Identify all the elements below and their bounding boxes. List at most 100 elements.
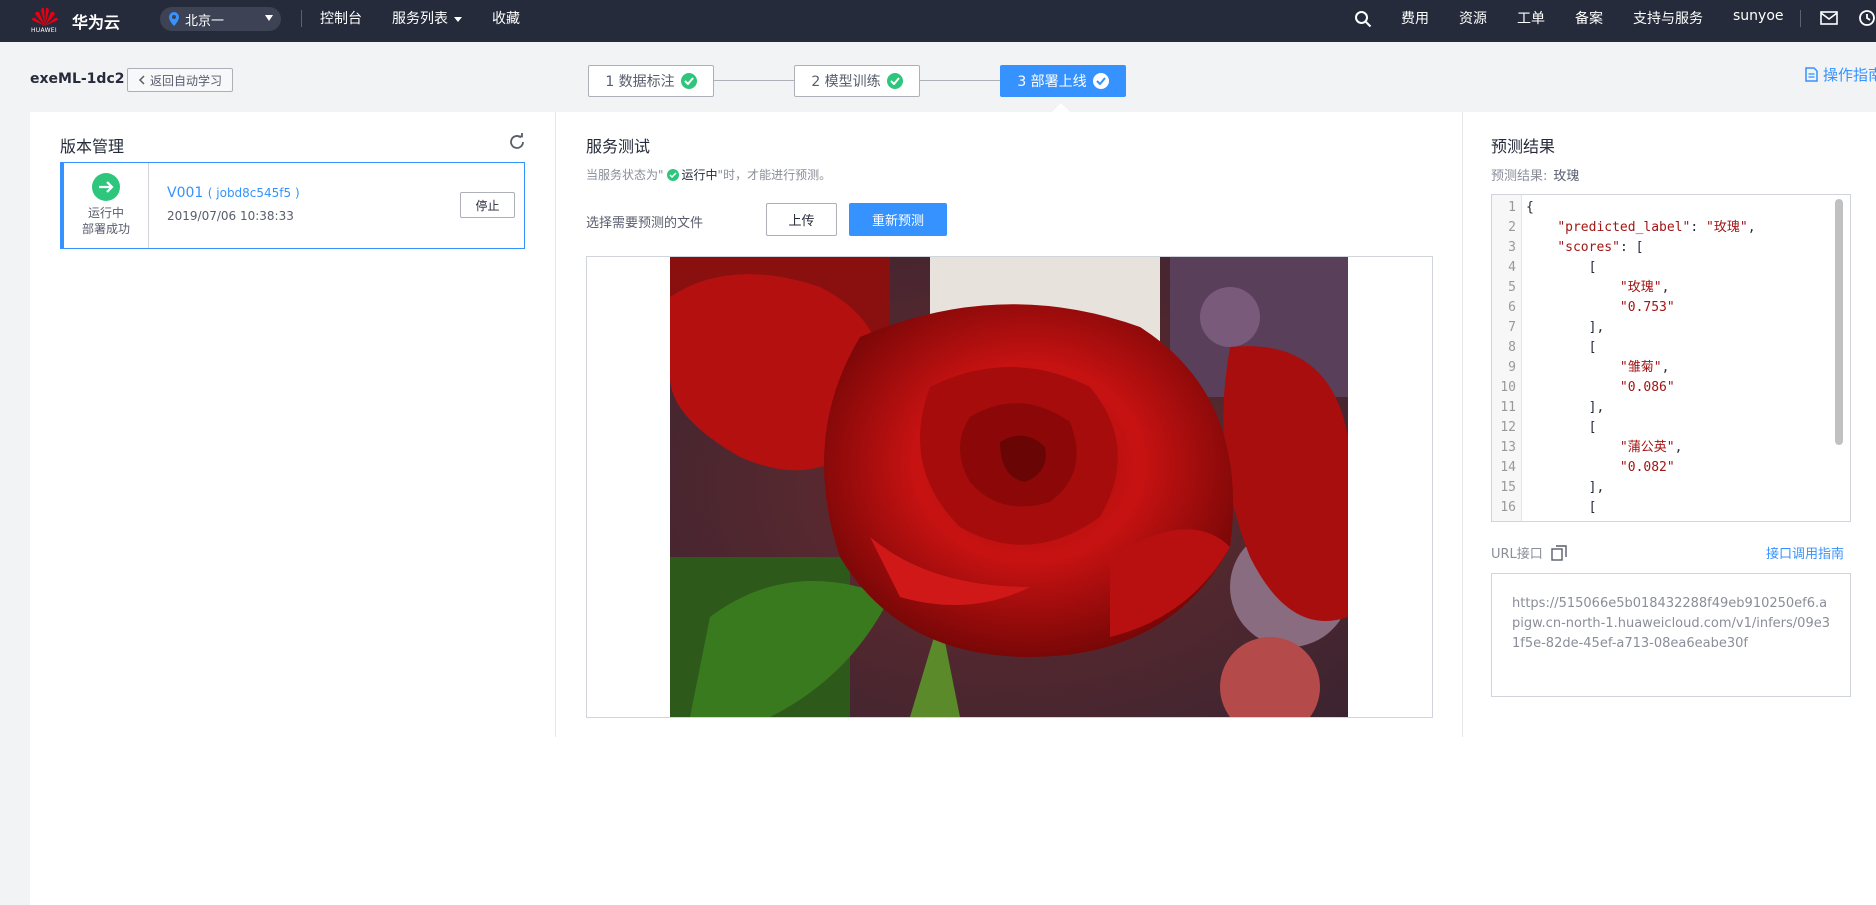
service-test-title: 服务测试	[586, 137, 651, 156]
code-text: "0.082"	[1619, 460, 1675, 475]
summary-value: 玫瑰	[1553, 169, 1580, 184]
line-number: 6	[1508, 300, 1516, 315]
api-call-guide-link[interactable]: 接口调用指南	[1766, 543, 1844, 562]
code-text: "蒲公英",	[1619, 440, 1683, 455]
version-label: V001	[167, 185, 204, 201]
line-number: 8	[1508, 340, 1516, 355]
line-number: 1	[1508, 200, 1516, 215]
choose-file-label: 选择需要预测的文件	[586, 216, 704, 231]
line-number: 5	[1508, 280, 1516, 295]
prediction-summary: 预测结果: 玫瑰	[1491, 165, 1579, 184]
code-line: 2 "predicted_label": "玫瑰",	[1492, 218, 1755, 238]
code-text: ],	[1526, 320, 1605, 335]
line-number: 7	[1508, 320, 1516, 335]
operation-guide-link[interactable]: 操作指南	[1805, 64, 1876, 85]
line-number: 13	[1500, 440, 1516, 455]
copy-icon[interactable]	[1551, 544, 1567, 561]
chevron-down-icon	[454, 16, 462, 22]
brand-name[interactable]: 华为云	[72, 9, 120, 33]
vertical-scrollbar[interactable]	[1835, 199, 1843, 445]
step-connector	[714, 80, 794, 81]
guide-label: 操作指南	[1823, 66, 1876, 84]
code-line: 8 [	[1492, 338, 1596, 358]
repredict-button[interactable]: 重新预测	[849, 203, 947, 236]
line-number: 15	[1500, 480, 1516, 495]
region-label: 北京一	[185, 13, 225, 29]
code-line: 7 ],	[1492, 318, 1604, 338]
nav-billing[interactable]: 费用	[1401, 8, 1429, 28]
nav-favorites[interactable]: 收藏	[492, 8, 520, 28]
sub-header	[0, 42, 1876, 112]
top-navigation-bar: HUAWEI 华为云 北京一 控制台 服务列表 收藏 费用 资源 工单 备案 支…	[0, 0, 1876, 42]
nav-resources[interactable]: 资源	[1459, 8, 1487, 28]
version-time: 2019/07/06 10:38:33	[167, 209, 294, 223]
job-name: exeML-1dc2	[30, 71, 125, 87]
code-text: ],	[1526, 400, 1605, 415]
chevron-down-icon	[265, 15, 273, 21]
version-management-title: 版本管理	[60, 137, 125, 156]
nav-service-list[interactable]: 服务列表	[392, 8, 462, 28]
check-circle-icon	[1092, 73, 1109, 89]
step-data-labeling[interactable]: 1 数据标注	[588, 65, 714, 97]
hint-suffix: "时，才能进行预测。	[717, 168, 832, 182]
upload-button[interactable]: 上传	[766, 203, 837, 236]
arrow-right-circle-icon	[92, 173, 120, 201]
nav-service-list-label: 服务列表	[392, 11, 448, 27]
code-line: 6 "0.753"	[1492, 298, 1675, 318]
nav-filing[interactable]: 备案	[1575, 8, 1603, 28]
step-deploy[interactable]: 3 部署上线	[1000, 65, 1126, 97]
nav-console[interactable]: 控制台	[320, 8, 362, 28]
line-number: 10	[1500, 380, 1516, 395]
deploy-status: 运行中 部署成功	[64, 163, 149, 248]
code-line: 3 "scores": [	[1492, 238, 1643, 258]
code-text: [	[1526, 260, 1597, 275]
location-pin-icon	[169, 12, 179, 26]
job-id: ( jobd8c545f5 )	[207, 186, 300, 200]
logo-text: HUAWEI	[31, 27, 57, 34]
step-label: 1 数据标注	[605, 74, 675, 90]
json-result-viewer[interactable]: 1{2 "predicted_label": "玫瑰", 3 "scores": …	[1491, 194, 1851, 522]
nav-tickets[interactable]: 工单	[1517, 8, 1545, 28]
code-text: [	[1526, 340, 1597, 355]
code-line: 14 "0.082"	[1492, 458, 1674, 478]
line-number: 3	[1508, 240, 1516, 255]
url-label-text: URL接口	[1491, 547, 1543, 562]
clock-icon[interactable]	[1858, 9, 1876, 27]
summary-label: 预测结果:	[1491, 169, 1548, 184]
code-line: 16 [	[1492, 498, 1596, 518]
user-name[interactable]: sunyoe	[1733, 8, 1784, 24]
nav-support[interactable]: 支持与服务	[1633, 8, 1703, 28]
code-text: "玫瑰",	[1619, 280, 1670, 295]
hint-status: 运行中	[681, 168, 718, 182]
step-model-training[interactable]: 2 模型训练	[794, 65, 920, 97]
url-value-box[interactable]: https://515066e5b018432288f49eb910250ef6…	[1491, 573, 1851, 697]
step-connector	[920, 80, 1000, 81]
region-selector[interactable]: 北京一	[160, 7, 281, 31]
divider	[1800, 10, 1801, 27]
column-divider	[555, 112, 556, 737]
code-line: 10 "0.086"	[1492, 378, 1674, 398]
stop-button[interactable]: 停止	[460, 192, 515, 218]
url-interface-label: URL接口	[1491, 543, 1567, 562]
service-status-hint: 当服务状态为" 运行中 "时，才能进行预测。	[586, 166, 831, 183]
back-to-automl-button[interactable]: 返回自动学习	[127, 68, 233, 92]
prediction-result-title: 预测结果	[1491, 137, 1556, 156]
check-circle-icon	[666, 168, 679, 181]
code-line: 9 "雏菊",	[1492, 358, 1669, 378]
code-text: ],	[1526, 480, 1605, 495]
line-number: 4	[1508, 260, 1516, 275]
code-line: 5 "玫瑰",	[1492, 278, 1669, 298]
line-number: 2	[1508, 220, 1516, 235]
version-card[interactable]: 运行中 部署成功 V001 ( jobd8c545f5 ) 2019/07/06…	[60, 162, 525, 249]
status-running: 运行中	[87, 206, 124, 220]
code-line: 1{	[1492, 198, 1534, 218]
code-text: "0.753"	[1619, 300, 1675, 315]
code-line: 11 ],	[1492, 398, 1604, 418]
document-icon	[1805, 67, 1818, 82]
status-deployed: 部署成功	[81, 222, 130, 236]
search-icon[interactable]	[1354, 10, 1372, 28]
version-name[interactable]: V001 ( jobd8c545f5 )	[167, 185, 300, 201]
mail-icon[interactable]	[1820, 10, 1838, 26]
back-button-label: 返回自动学习	[149, 73, 222, 88]
refresh-icon[interactable]	[508, 133, 526, 151]
